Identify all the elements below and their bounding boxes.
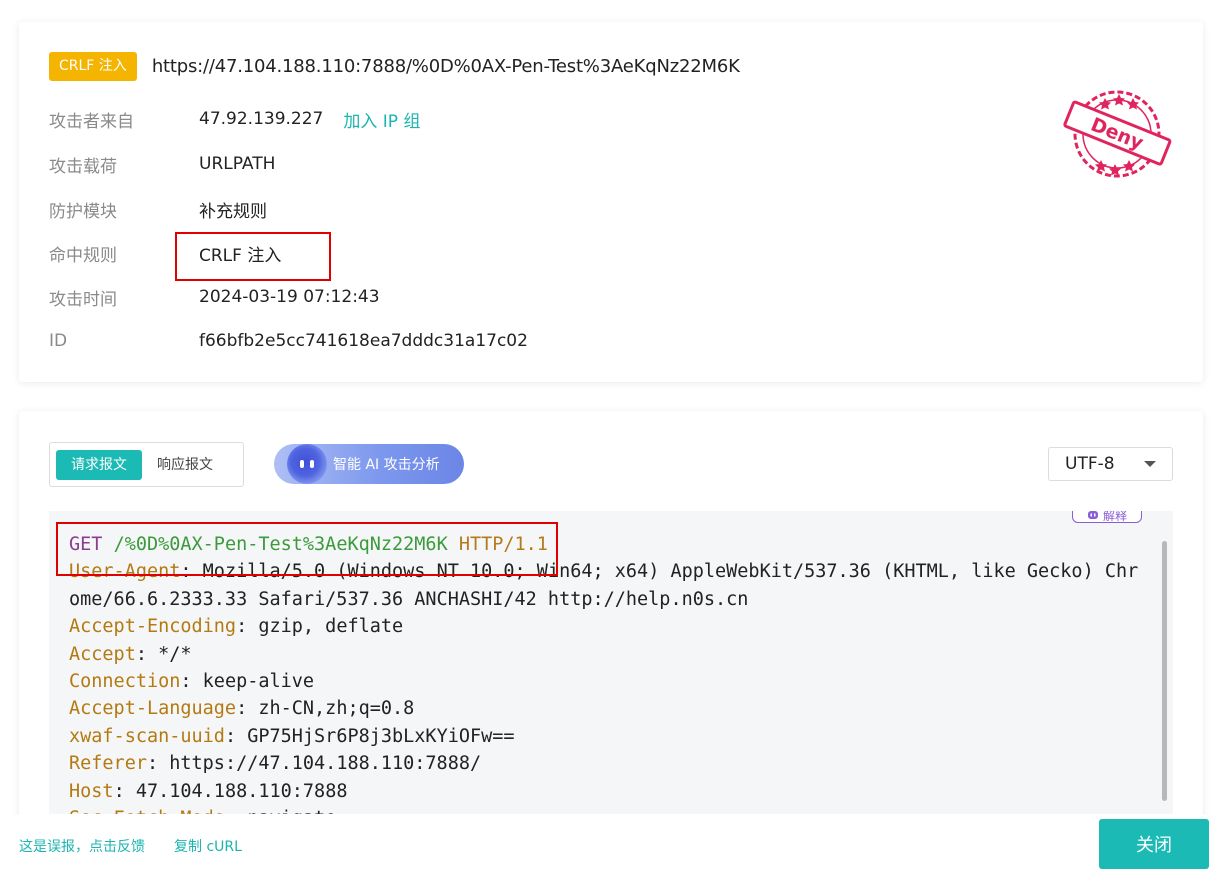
chevron-down-icon — [1144, 461, 1156, 467]
header-key: Sec-Fetch-Mode — [69, 808, 225, 814]
event-id-value: f66bfb2e5cc741618ea7dddc31a17c02 — [199, 331, 528, 351]
header-line: Sec-Fetch-Mode: navigate — [69, 805, 1149, 814]
tab-response[interactable]: 响应报文 — [142, 450, 228, 480]
rule-highlight-box — [175, 232, 331, 281]
ai-robot-icon — [287, 444, 327, 484]
add-ip-group-link[interactable]: 加入 IP 组 — [343, 107, 420, 132]
header-key: Accept-Encoding — [69, 616, 237, 638]
header-line: Host: 47.104.188.110:7888 — [69, 780, 348, 802]
info-row-time: 攻击时间 2024-03-19 07:12:43 — [49, 285, 380, 310]
info-label: 防护模块 — [49, 201, 117, 222]
header-line: Accept-Encoding: gzip, deflate — [69, 616, 404, 638]
header-key: Accept — [69, 643, 136, 665]
header-line: Accept: */* — [69, 643, 192, 665]
explain-label: 解释 — [1102, 511, 1127, 523]
ai-analysis-button[interactable]: 智能 AI 攻击分析 — [274, 444, 464, 484]
encoding-value: UTF-8 — [1065, 454, 1115, 474]
attacker-ip: 47.92.139.227 — [199, 109, 324, 129]
robot-icon — [1087, 511, 1098, 519]
info-label: 攻击时间 — [49, 289, 117, 310]
encoding-select[interactable]: UTF-8 — [1048, 447, 1173, 481]
header-value: keep-alive — [202, 671, 315, 693]
header-value: GP75HjSr6P8j3bLxKYiOFw== — [247, 725, 515, 747]
attack-detail-card: CRLF 注入 https://47.104.188.110:7888/%0D%… — [19, 22, 1203, 382]
header-key: Host — [69, 780, 114, 802]
ai-analysis-label: 智能 AI 攻击分析 — [333, 457, 440, 473]
attack-type-tag: CRLF 注入 — [49, 52, 137, 81]
packet-card: 请求报文 响应报文 智能 AI 攻击分析 UTF-8 解释 GET /%0D%0… — [19, 411, 1203, 831]
code-scrollbar[interactable] — [1162, 541, 1167, 801]
header-value: zh-CN,zh;q=0.8 — [258, 698, 415, 720]
tab-request[interactable]: 请求报文 — [56, 449, 142, 480]
info-label: ID — [49, 331, 68, 351]
info-label: 攻击者来自 — [49, 111, 134, 132]
attack-url: https://47.104.188.110:7888/%0D%0AX-Pen-… — [151, 56, 740, 77]
header-value: */* — [158, 643, 192, 665]
info-row-source: 攻击者来自 47.92.139.227 加入 IP 组 — [49, 107, 420, 132]
info-row-id: ID f66bfb2e5cc741618ea7dddc31a17c02 — [49, 329, 528, 353]
info-label: 攻击载荷 — [49, 156, 117, 177]
close-button[interactable]: 关闭 — [1099, 819, 1209, 869]
explain-button[interactable]: 解释 — [1072, 511, 1142, 523]
attack-title-row: CRLF 注入 https://47.104.188.110:7888/%0D%… — [49, 52, 740, 81]
header-line: Referer: https://47.104.188.110:7888/ — [69, 753, 482, 775]
header-value: navigate — [247, 808, 336, 814]
header-key: Accept-Language — [69, 698, 237, 720]
info-row-module: 防护模块 补充规则 — [49, 197, 267, 222]
header-key: Connection — [69, 671, 181, 693]
header-key: xwaf-scan-uuid — [69, 725, 225, 747]
header-line: Connection: keep-alive — [69, 671, 315, 693]
attack-time-value: 2024-03-19 07:12:43 — [199, 287, 380, 307]
packet-tab-switch: 请求报文 响应报文 — [49, 442, 244, 487]
header-value: https://47.104.188.110:7888/ — [169, 753, 482, 775]
payload-value: URLPATH — [199, 154, 276, 174]
header-value: 47.104.188.110:7888 — [135, 780, 348, 802]
header-value: gzip, deflate — [258, 616, 404, 638]
header-key: Referer — [69, 753, 147, 775]
header-line: Accept-Language: zh-CN,zh;q=0.8 — [69, 698, 415, 720]
module-value: 补充规则 — [199, 201, 267, 222]
header-line: xwaf-scan-uuid: GP75HjSr6P8j3bLxKYiOFw== — [69, 725, 515, 747]
deny-stamp-icon: Deny — [1063, 90, 1172, 178]
request-line-highlight-box — [56, 522, 558, 576]
dialog-footer: 这是误报，点击反馈 复制 cURL 关闭 — [0, 815, 1213, 885]
report-false-positive-link[interactable]: 这是误报，点击反馈 — [19, 836, 145, 856]
copy-curl-link[interactable]: 复制 cURL — [174, 836, 242, 856]
info-row-payload: 攻击载荷 URLPATH — [49, 152, 276, 177]
